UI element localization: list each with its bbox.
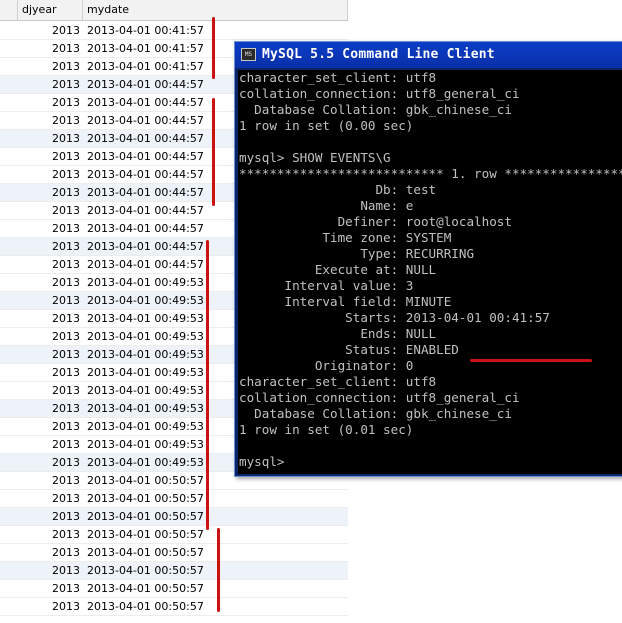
mysql-console-window[interactable]: MS MySQL 5.5 Command Line Client charact… [234, 41, 622, 477]
cell-djyear[interactable]: 2013 [20, 418, 80, 436]
console-line: Interval value: 3 [239, 278, 414, 293]
cell-djyear[interactable]: 2013 [20, 382, 80, 400]
cell-djyear[interactable]: 2013 [20, 526, 80, 544]
cell-djyear[interactable]: 2013 [20, 58, 80, 76]
cell-djyear[interactable]: 2013 [20, 562, 80, 580]
cell-djyear[interactable]: 2013 [20, 580, 80, 598]
cell-djyear[interactable]: 2013 [20, 40, 80, 58]
cell-djyear[interactable]: 2013 [20, 256, 80, 274]
console-line: collation_connection: utf8_general_ci [239, 86, 520, 101]
cell-djyear[interactable]: 2013 [20, 364, 80, 382]
table-row[interactable]: 2013 2013-04-01 00:50:57 [0, 598, 348, 616]
table-row[interactable]: 2013 2013-04-01 00:50:57 [0, 562, 348, 580]
console-line: character_set_client: utf8 [239, 374, 437, 389]
cell-djyear[interactable]: 2013 [20, 76, 80, 94]
table-row[interactable]: 2013 2013-04-01 00:50:57 [0, 580, 348, 598]
console-output[interactable]: character_set_client: utf8 collation_conn… [238, 70, 622, 474]
console-line: 1 row in set (0.01 sec) [239, 422, 414, 437]
console-line: Name: e [239, 198, 414, 213]
console-line: *************************** 1. row *****… [239, 166, 622, 181]
table-row[interactable]: 2013 2013-04-01 00:50:57 [0, 544, 348, 562]
cell-djyear[interactable]: 2013 [20, 112, 80, 130]
annotation-mark [206, 240, 209, 530]
cell-djyear[interactable]: 2013 [20, 472, 80, 490]
console-line: Type: RECURRING [239, 246, 475, 261]
cell-djyear[interactable]: 2013 [20, 220, 80, 238]
cell-djyear[interactable]: 2013 [20, 454, 80, 472]
console-line: mysql> [239, 454, 285, 469]
console-text: character_set_client: utf8 collation_conn… [239, 70, 622, 470]
column-header-mydate[interactable]: mydate [83, 0, 348, 20]
cell-djyear[interactable]: 2013 [20, 238, 80, 256]
table-row[interactable]: 2013 2013-04-01 00:50:57 [0, 490, 348, 508]
console-line: 1 row in set (0.00 sec) [239, 118, 414, 133]
console-line: character_set_client: utf8 [239, 70, 437, 85]
cell-djyear[interactable]: 2013 [20, 22, 80, 40]
row-selector-header[interactable] [0, 0, 18, 20]
cell-djyear[interactable]: 2013 [20, 130, 80, 148]
cell-djyear[interactable]: 2013 [20, 346, 80, 364]
cell-djyear[interactable]: 2013 [20, 436, 80, 454]
cell-djyear[interactable]: 2013 [20, 166, 80, 184]
annotation-mark [212, 17, 215, 79]
cell-djyear[interactable]: 2013 [20, 310, 80, 328]
console-line: Starts: 2013-04-01 00:41:57 [239, 310, 550, 325]
console-line: Status: ENABLED [239, 342, 459, 357]
annotation-underline [470, 359, 592, 362]
cell-mydate[interactable]: 2013-04-01 00:50:57 [87, 508, 347, 526]
console-line: Database Collation: gbk_chinese_ci [239, 406, 512, 421]
cell-djyear[interactable]: 2013 [20, 202, 80, 220]
console-line: Ends: NULL [239, 326, 437, 341]
console-line: Database Collation: gbk_chinese_ci [239, 102, 512, 117]
console-line: mysql> SHOW EVENTS\G [239, 150, 391, 165]
console-line: Time zone: SYSTEM [239, 230, 452, 245]
cell-mydate[interactable]: 2013-04-01 00:41:57 [87, 22, 347, 40]
table-row[interactable]: 2013 2013-04-01 00:50:57 [0, 526, 348, 544]
annotation-mark [212, 98, 215, 206]
cell-djyear[interactable]: 2013 [20, 400, 80, 418]
cell-djyear[interactable]: 2013 [20, 544, 80, 562]
cell-mydate[interactable]: 2013-04-01 00:50:57 [87, 490, 347, 508]
console-line: collation_connection: utf8_general_ci [239, 390, 520, 405]
cell-djyear[interactable]: 2013 [20, 184, 80, 202]
cell-djyear[interactable]: 2013 [20, 292, 80, 310]
cell-djyear[interactable]: 2013 [20, 490, 80, 508]
table-row[interactable]: 2013 2013-04-01 00:41:57 [0, 22, 348, 40]
console-line: Definer: root@localhost [239, 214, 512, 229]
cell-djyear[interactable]: 2013 [20, 148, 80, 166]
cell-djyear[interactable]: 2013 [20, 598, 80, 616]
console-title: MySQL 5.5 Command Line Client [262, 47, 495, 62]
annotation-mark [217, 528, 220, 612]
cell-djyear[interactable]: 2013 [20, 274, 80, 292]
grid-header: djyear mydate [0, 0, 348, 21]
table-row[interactable]: 2013 2013-04-01 00:50:57 [0, 508, 348, 526]
console-titlebar[interactable]: MS MySQL 5.5 Command Line Client [235, 42, 622, 68]
column-header-djyear[interactable]: djyear [18, 0, 83, 20]
console-line: Db: test [239, 182, 437, 197]
console-app-icon[interactable]: MS [241, 48, 256, 61]
cell-djyear[interactable]: 2013 [20, 94, 80, 112]
cell-djyear[interactable]: 2013 [20, 508, 80, 526]
console-line: Execute at: NULL [239, 262, 437, 277]
cell-djyear[interactable]: 2013 [20, 328, 80, 346]
console-line: Interval field: MINUTE [239, 294, 452, 309]
